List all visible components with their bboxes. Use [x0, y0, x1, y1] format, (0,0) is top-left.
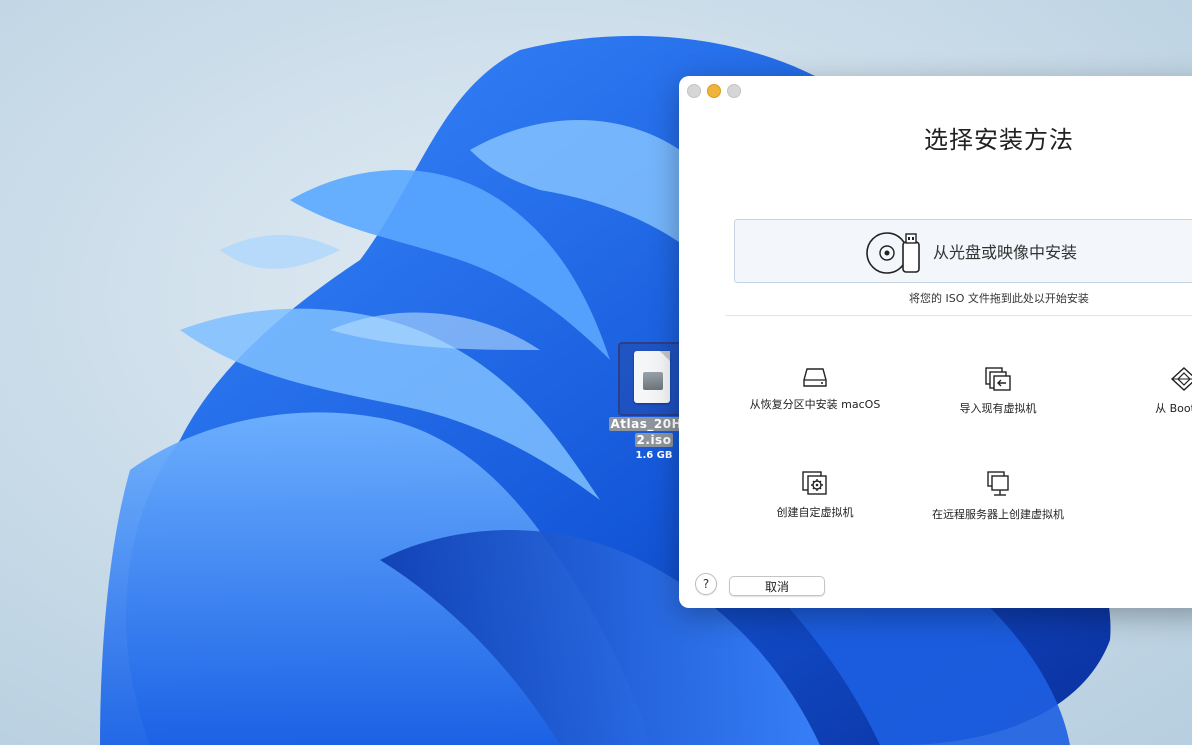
window-close-button[interactable] — [687, 84, 701, 98]
custom-vm-gear-icon — [802, 471, 827, 495]
remote-server-icon — [987, 471, 1009, 496]
window-minimize-button[interactable] — [707, 84, 721, 98]
section-divider — [725, 315, 1192, 316]
create-remote-vm-button[interactable]: 在远程服务器上创建虚拟机 — [918, 470, 1078, 522]
dialog-title: 选择安装方法 — [924, 126, 1074, 154]
iso-file-icon — [634, 351, 670, 403]
boot-camp-button[interactable]: 从 Boot Ca — [1114, 366, 1192, 416]
create-custom-vm-label: 创建自定虚拟机 — [776, 506, 854, 519]
install-from-disc-button[interactable]: 从光盘或映像中安装 — [734, 219, 1192, 283]
file-selection-highlight — [618, 342, 684, 416]
install-method-dialog: 选择安装方法 从光盘或映像中安装 将您的 ISO 文件拖到此处以开始安装 从恢复… — [679, 76, 1192, 608]
disc-usb-icon — [866, 232, 920, 274]
create-custom-vm-button[interactable]: 创建自定虚拟机 — [735, 470, 895, 520]
file-name-line2: 2.iso — [634, 433, 674, 447]
import-existing-vm-button[interactable]: 导入现有虚拟机 — [918, 366, 1078, 416]
boot-camp-icon — [1170, 367, 1192, 391]
install-macos-recovery-button[interactable]: 从恢复分区中安装 macOS — [735, 366, 895, 412]
boot-camp-label: 从 Boot Ca — [1155, 402, 1192, 415]
window-zoom-button[interactable] — [727, 84, 741, 98]
hard-drive-icon — [803, 368, 827, 387]
import-existing-vm-label: 导入现有虚拟机 — [959, 402, 1037, 415]
create-remote-vm-label: 在远程服务器上创建虚拟机 — [932, 508, 1064, 521]
disk-image-icon — [643, 372, 663, 390]
help-button[interactable]: ? — [695, 573, 717, 595]
cancel-button[interactable]: 取消 — [729, 576, 825, 596]
import-vm-icon — [985, 367, 1011, 391]
drag-iso-hint: 将您的 ISO 文件拖到此处以开始安装 — [909, 292, 1089, 305]
install-from-disc-label: 从光盘或映像中安装 — [933, 243, 1078, 262]
install-macos-recovery-label: 从恢复分区中安装 macOS — [749, 398, 881, 411]
